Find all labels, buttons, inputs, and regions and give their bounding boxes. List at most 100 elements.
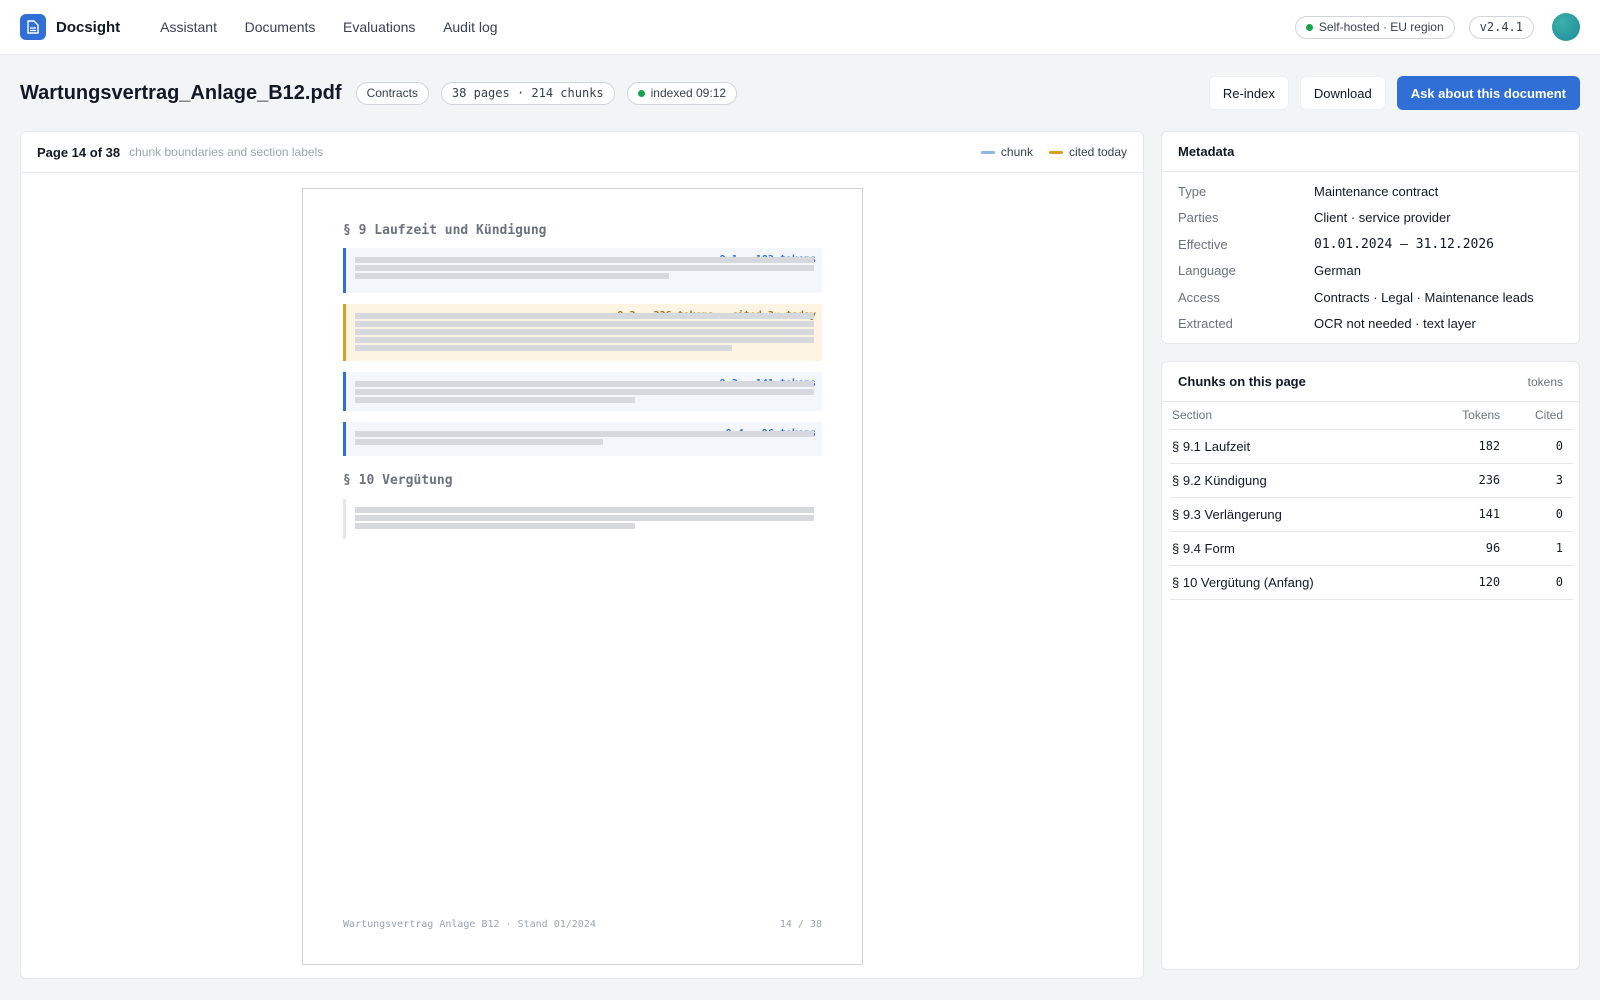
document-header: Wartungsvertrag_Anlage_B12.pdf Contracts… xyxy=(0,55,1600,131)
text-line xyxy=(355,389,814,395)
text-line xyxy=(355,345,732,351)
metadata-card: Metadata Type Maintenance contract Partie… xyxy=(1161,131,1580,344)
download-button[interactable]: Download xyxy=(1299,76,1386,110)
chunk-10-start[interactable] xyxy=(343,499,822,539)
text-line xyxy=(355,273,669,279)
index-status-dot-icon xyxy=(637,89,645,97)
text-line xyxy=(355,329,814,335)
table-row[interactable]: § 9.2 Kündigung 236 3 xyxy=(1170,463,1573,498)
cell-section: § 9.4 Form xyxy=(1170,531,1428,566)
text-line xyxy=(355,257,814,263)
table-row[interactable]: § 9.1 Laufzeit 182 0 xyxy=(1170,429,1573,464)
chunk-9-1[interactable]: 9.1 · 182 tokens xyxy=(343,248,822,293)
index-status-badge: indexed 09:12 xyxy=(626,81,738,105)
nav-evaluations[interactable]: Evaluations xyxy=(343,19,415,35)
metadata-value: German xyxy=(1314,263,1361,279)
chunks-card-unit: tokens xyxy=(1527,374,1563,389)
section-heading-9: § 9 Laufzeit und Kündigung xyxy=(343,223,547,238)
text-line xyxy=(355,523,635,529)
column-header-cited[interactable]: Cited xyxy=(1502,402,1573,430)
chunk-9-3[interactable]: 9.3 · 141 tokens xyxy=(343,372,822,411)
nav-audit-log[interactable]: Audit log xyxy=(443,19,497,35)
text-line xyxy=(355,397,635,403)
cell-cited: 1 xyxy=(1502,531,1573,566)
text-line xyxy=(355,265,814,271)
cell-cited: 0 xyxy=(1502,565,1573,600)
user-avatar[interactable] xyxy=(1552,13,1580,41)
collection-badge[interactable]: Contracts xyxy=(355,81,429,105)
section-heading-10: § 10 Vergütung xyxy=(343,473,453,488)
chunk-9-2[interactable]: 9.2 · 236 tokens · cited 3× today xyxy=(343,304,822,361)
table-row[interactable]: § 10 Vergütung (Anfang) 120 0 xyxy=(1170,565,1573,600)
status-dot-icon xyxy=(1305,23,1313,31)
chunk-9-4[interactable]: 9.4 · 96 tokens xyxy=(343,422,822,456)
metadata-value: OCR not needed · text layer xyxy=(1314,316,1476,332)
region-badge-label: Self-hosted · EU region xyxy=(1318,20,1444,34)
page-footer-number: 14 / 38 xyxy=(779,919,822,930)
metadata-key: Language xyxy=(1178,263,1236,279)
text-line xyxy=(355,431,814,437)
table-row[interactable]: § 9.4 Form 96 1 xyxy=(1170,531,1573,566)
top-bar: Docsight Assistant Documents Evaluations… xyxy=(0,0,1600,55)
text-line xyxy=(355,337,814,343)
document-stats-badge: 38 pages · 214 chunks xyxy=(440,81,615,105)
table-header-row: Section Tokens Cited xyxy=(1170,402,1573,430)
viewer-header: Page 14 of 38 chunk boundaries and secti… xyxy=(21,132,1143,173)
metadata-row-access: Access Contracts · Legal · Maintenance le… xyxy=(1178,284,1563,311)
text-line xyxy=(355,313,814,319)
table-row[interactable]: § 9.3 Verlängerung 141 0 xyxy=(1170,497,1573,532)
chunks-table: Section Tokens Cited § 9.1 Laufzeit 182 0 … xyxy=(1170,402,1573,600)
version-badge: v2.4.1 xyxy=(1468,15,1534,39)
page-footer-title: Wartungsvertrag Anlage B12 · Stand 01/20… xyxy=(343,919,596,930)
column-header-section[interactable]: Section xyxy=(1170,402,1428,430)
cell-tokens: 182 xyxy=(1427,429,1503,464)
metadata-row-language: Language German xyxy=(1178,258,1563,285)
legend-cited-label: cited today xyxy=(1068,145,1127,159)
page-indicator: Page 14 of 38 xyxy=(37,144,121,160)
column-header-tokens[interactable]: Tokens xyxy=(1427,402,1503,430)
cell-cited: 3 xyxy=(1502,463,1573,498)
legend-chunk-label: chunk xyxy=(1000,145,1033,159)
cell-section: § 10 Vergütung (Anfang) xyxy=(1170,565,1428,600)
nav-assistant[interactable]: Assistant xyxy=(160,19,217,35)
cell-cited: 0 xyxy=(1502,497,1573,532)
pdf-page[interactable]: § 9 Laufzeit und Kündigung 9.1 · 182 tok… xyxy=(302,188,863,965)
reindex-button[interactable]: Re-index xyxy=(1208,76,1289,110)
page-footer: Wartungsvertrag Anlage B12 · Stand 01/20… xyxy=(343,919,822,930)
index-status-label: indexed 09:12 xyxy=(650,86,727,100)
main-nav: Assistant Documents Evaluations Audit lo… xyxy=(160,19,521,35)
chunks-card: Chunks on this page tokens Section Token… xyxy=(1161,361,1580,970)
metadata-row-extracted: Extracted OCR not needed · text layer xyxy=(1178,311,1563,338)
cell-section: § 9.1 Laufzeit xyxy=(1170,429,1428,464)
text-line xyxy=(355,381,814,387)
cell-tokens: 120 xyxy=(1427,565,1503,600)
side-panel: Metadata Type Maintenance contract Partie… xyxy=(1161,131,1580,979)
cell-section: § 9.3 Verlängerung xyxy=(1170,497,1428,532)
metadata-row-effective: Effective 01.01.2024 – 31.12.2026 xyxy=(1178,231,1563,258)
cell-section: § 9.2 Kündigung xyxy=(1170,463,1428,498)
metadata-value: 01.01.2024 – 31.12.2026 xyxy=(1314,236,1495,252)
nav-documents[interactable]: Documents xyxy=(245,19,316,35)
legend-cited: cited today xyxy=(1048,145,1127,159)
cell-cited: 0 xyxy=(1502,429,1573,464)
metadata-key: Access xyxy=(1178,289,1220,305)
brand-name[interactable]: Docsight xyxy=(56,19,120,36)
metadata-title: Metadata xyxy=(1162,132,1579,172)
document-viewer: Page 14 of 38 chunk boundaries and secti… xyxy=(20,131,1144,979)
ask-document-button[interactable]: Ask about this document xyxy=(1396,76,1580,110)
legend-cited-swatch xyxy=(1048,150,1063,154)
legend-chunk-swatch xyxy=(980,150,995,154)
docsight-logo-icon[interactable] xyxy=(20,14,46,40)
metadata-row-type: Type Maintenance contract xyxy=(1178,178,1563,205)
text-line xyxy=(355,439,603,445)
chunks-card-header: Chunks on this page tokens xyxy=(1162,362,1579,402)
metadata-key: Type xyxy=(1178,183,1207,199)
metadata-value: Client · service provider xyxy=(1314,210,1451,226)
chunk-legend: chunk cited today xyxy=(965,145,1127,159)
metadata-value: Contracts · Legal · Maintenance leads xyxy=(1314,289,1534,305)
document-title: Wartungsvertrag_Anlage_B12.pdf xyxy=(20,81,342,104)
metadata-row-parties: Parties Client · service provider xyxy=(1178,205,1563,232)
metadata-value: Maintenance contract xyxy=(1314,183,1439,199)
region-badge: Self-hosted · EU region xyxy=(1294,15,1455,39)
cell-tokens: 236 xyxy=(1427,463,1503,498)
